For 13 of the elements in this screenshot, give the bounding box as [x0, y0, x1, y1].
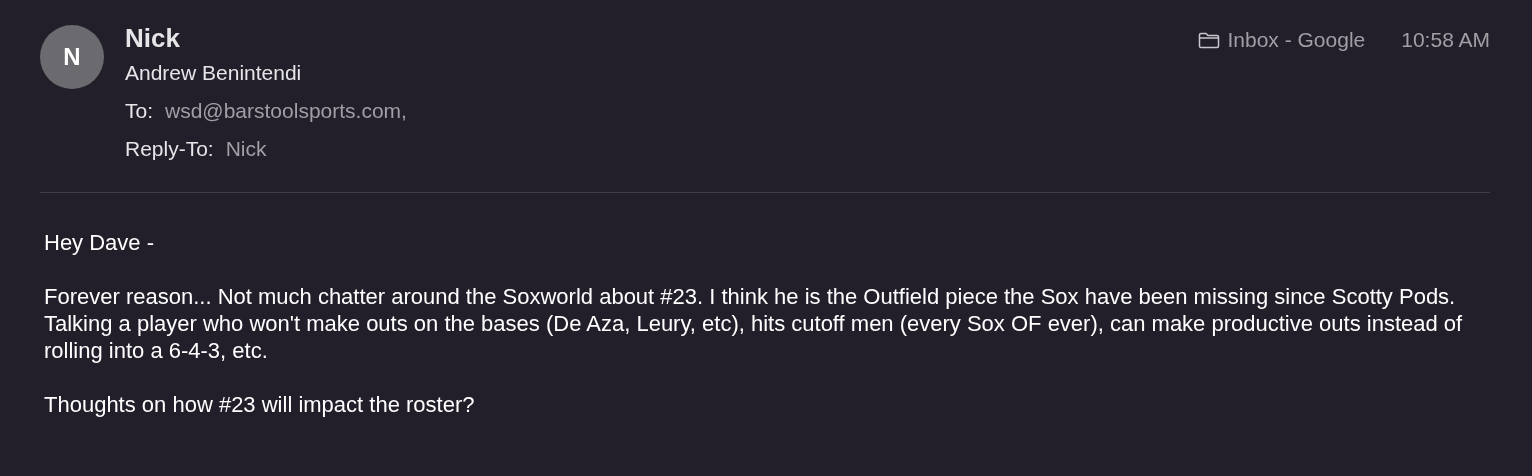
to-label: To:	[125, 99, 153, 122]
reply-to-label: Reply-To:	[125, 137, 214, 160]
folder-icon	[1197, 31, 1220, 49]
recipient-address[interactable]: wsd@barstoolsports.com,	[165, 99, 407, 122]
body-paragraph: Forever reason... Not much chatter around the Soxworld about #23. I think he is the Outfield piece the Sox have been missing since Scotty Pods. Talking a player who won't make outs on the bases (De Aza, Leury, etc), hits cutoff men (every Sox OF ever), can make productive outs instead of rolling into a 6-4-3, etc.	[44, 283, 1464, 364]
received-time: 10:58 AM	[1401, 28, 1490, 52]
sender-name: Nick	[125, 22, 181, 54]
mailbox-name: Inbox - Google	[1227, 28, 1366, 52]
body-paragraph: Thoughts on how #23 will impact the roster?	[44, 391, 476, 418]
avatar: N	[40, 25, 104, 89]
email-subject: Andrew Benintendi	[125, 60, 303, 86]
body-paragraph: Hey Dave -	[44, 229, 156, 256]
reply-to-name[interactable]: Nick	[225, 137, 267, 160]
